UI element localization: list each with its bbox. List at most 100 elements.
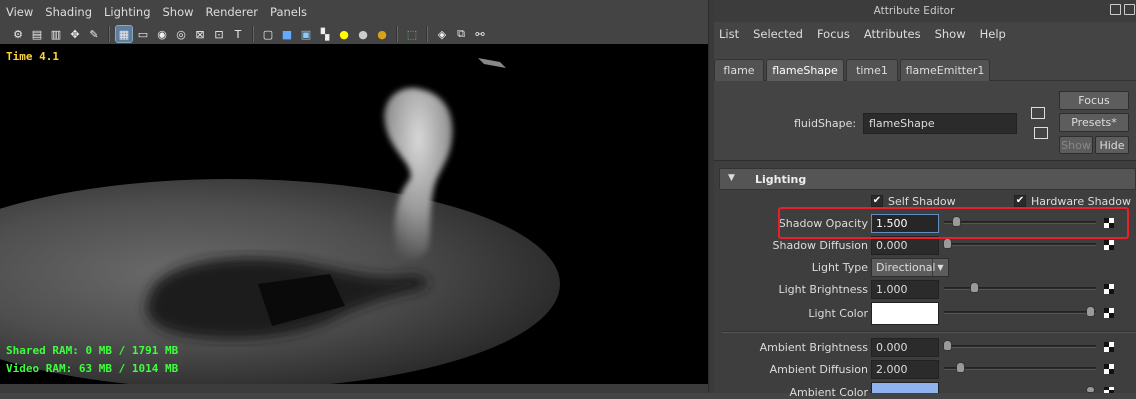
- node-name-field[interactable]: flameShape: [863, 113, 1017, 134]
- camera-attributes-icon[interactable]: ⚙: [10, 26, 26, 42]
- annotation-highlight-box: [778, 207, 1129, 239]
- toolbar-separator: [396, 26, 398, 42]
- node-type-label: fluidShape:: [794, 117, 857, 130]
- ambient-occlusion-icon[interactable]: ●: [374, 26, 390, 42]
- ambient-brightness-label: Ambient Brightness: [759, 341, 868, 354]
- menu-shading[interactable]: Shading: [45, 5, 92, 19]
- chevron-down-icon: ▼: [932, 259, 948, 276]
- menu-view[interactable]: View: [6, 5, 33, 19]
- viewport-canvas[interactable]: Time 4.1 Shared RAM: 0 MB / 1791 MB Vide…: [0, 44, 708, 384]
- xray-joints-icon[interactable]: ⧉: [453, 26, 469, 42]
- menu-lighting[interactable]: Lighting: [104, 5, 150, 19]
- ambient-color-slider-handle[interactable]: [1086, 386, 1095, 393]
- ambient-brightness-slider-handle[interactable]: [943, 340, 952, 351]
- shadows-icon[interactable]: ●: [355, 26, 371, 42]
- light-type-dropdown[interactable]: Directional ▼: [871, 258, 949, 277]
- hardware-shadow-checkbox[interactable]: ✔: [1014, 195, 1026, 207]
- attribute-editor-menubar: List Selected Focus Attributes Show Help: [714, 24, 1136, 44]
- toolbar-separator: [252, 26, 254, 42]
- menu-attributes[interactable]: Attributes: [864, 27, 921, 41]
- resolution-gate-icon[interactable]: ◉: [154, 26, 170, 42]
- light-brightness-map-icon[interactable]: [1104, 284, 1114, 294]
- light-type-label: Light Type: [811, 261, 868, 274]
- menu-renderer[interactable]: Renderer: [206, 5, 259, 19]
- tab-flame[interactable]: flame: [714, 59, 764, 81]
- light-color-slider-track[interactable]: [944, 311, 1096, 314]
- shadow-diffusion-slider-track[interactable]: [944, 243, 1096, 246]
- toolbar-separator: [426, 26, 428, 42]
- shadow-diffusion-slider-handle[interactable]: [943, 238, 952, 249]
- bookmark-icon[interactable]: ▤: [29, 26, 45, 42]
- attribute-editor-title: Attribute Editor: [873, 5, 955, 17]
- presets-button[interactable]: Presets*: [1059, 113, 1129, 132]
- textured-icon[interactable]: ▚: [317, 26, 333, 42]
- grease-pencil-icon[interactable]: ✎: [86, 26, 102, 42]
- ambient-brightness-field[interactable]: 0.000: [871, 338, 939, 357]
- video-ram-hud: Video RAM: 63 MB / 1014 MB: [6, 362, 179, 375]
- menu-list[interactable]: List: [719, 27, 739, 41]
- self-shadow-checkbox[interactable]: ✔: [871, 195, 883, 207]
- shadow-diffusion-label: Shadow Diffusion: [772, 239, 868, 252]
- light-brightness-field[interactable]: 1.000: [871, 280, 939, 299]
- menu-help[interactable]: Help: [980, 27, 1006, 41]
- ambient-brightness-map-icon[interactable]: [1104, 342, 1114, 352]
- use-all-lights-icon[interactable]: ●: [336, 26, 352, 42]
- lighting-section-header[interactable]: ▼ Lighting: [719, 168, 1136, 190]
- safe-action-icon[interactable]: ⊡: [211, 26, 227, 42]
- lighting-section-title: Lighting: [755, 173, 807, 186]
- node-tabs: flame flameShape time1 flameEmitter1: [714, 59, 1136, 81]
- field-chart-icon[interactable]: ⊠: [192, 26, 208, 42]
- light-color-map-icon[interactable]: [1104, 308, 1114, 318]
- collapse-arrow-icon: ▼: [728, 173, 735, 183]
- ambient-diffusion-label: Ambient Diffusion: [769, 363, 868, 376]
- tab-flameemitter1[interactable]: flameEmitter1: [900, 59, 990, 81]
- ambient-color-swatch[interactable]: [871, 382, 939, 393]
- light-color-label: Light Color: [808, 307, 868, 320]
- film-gate-icon[interactable]: ▭: [135, 26, 151, 42]
- image-plane-icon[interactable]: ▥: [48, 26, 64, 42]
- light-brightness-slider-handle[interactable]: [970, 282, 979, 293]
- shadow-diffusion-map-icon[interactable]: [1104, 240, 1114, 250]
- viewport-menubar: View Shading Lighting Show Renderer Pane…: [0, 0, 708, 24]
- go-to-output-icon[interactable]: [1034, 127, 1048, 139]
- ambient-diffusion-map-icon[interactable]: [1104, 364, 1114, 374]
- viewport-bottom-strip: [0, 384, 708, 393]
- isolate-select-icon[interactable]: ⬚: [404, 26, 420, 42]
- tab-time1[interactable]: time1: [846, 59, 898, 81]
- restore-window-icon[interactable]: [1110, 4, 1121, 15]
- menu-show[interactable]: Show: [163, 5, 194, 19]
- shared-ram-hud: Shared RAM: 0 MB / 1791 MB: [6, 344, 179, 357]
- ambient-brightness-slider-track[interactable]: [944, 345, 1096, 348]
- focus-button[interactable]: Focus: [1059, 91, 1129, 110]
- grid-icon[interactable]: ▦: [115, 25, 133, 43]
- light-brightness-slider-track[interactable]: [944, 287, 1096, 290]
- smooth-shade-icon[interactable]: ■: [279, 26, 295, 42]
- xray-icon[interactable]: ◈: [434, 26, 450, 42]
- hide-button[interactable]: Hide: [1095, 136, 1129, 154]
- go-to-input-icon[interactable]: [1031, 107, 1045, 119]
- ambient-diffusion-slider-handle[interactable]: [956, 362, 965, 373]
- light-brightness-label: Light Brightness: [778, 283, 868, 296]
- gate-mask-icon[interactable]: ◎: [173, 26, 189, 42]
- xray-active-icon[interactable]: ⚯: [472, 26, 488, 42]
- scene-render: [0, 58, 560, 384]
- ambient-diffusion-field[interactable]: 2.000: [871, 360, 939, 379]
- toolbar-separator: [108, 26, 110, 42]
- show-button[interactable]: Show: [1059, 136, 1093, 154]
- section-divider: [722, 331, 1136, 333]
- tab-flameshape[interactable]: flameShape: [766, 59, 844, 81]
- safe-title-icon[interactable]: T: [230, 26, 246, 42]
- menu-selected[interactable]: Selected: [753, 27, 803, 41]
- menu-focus[interactable]: Focus: [817, 27, 850, 41]
- light-color-slider-handle[interactable]: [1086, 306, 1095, 317]
- ambient-color-map-icon[interactable]: [1104, 387, 1114, 393]
- light-color-swatch[interactable]: [871, 302, 939, 325]
- attribute-editor: Attribute Editor List Selected Focus Att…: [714, 0, 1136, 399]
- ambient-diffusion-slider-track[interactable]: [944, 367, 1096, 370]
- close-window-icon[interactable]: [1124, 4, 1135, 15]
- wireframe-on-shaded-icon[interactable]: ▣: [298, 26, 314, 42]
- menu-show[interactable]: Show: [935, 27, 966, 41]
- menu-panels[interactable]: Panels: [270, 5, 307, 19]
- two-d-pan-icon[interactable]: ✥: [67, 26, 83, 42]
- wireframe-icon[interactable]: ▢: [260, 26, 276, 42]
